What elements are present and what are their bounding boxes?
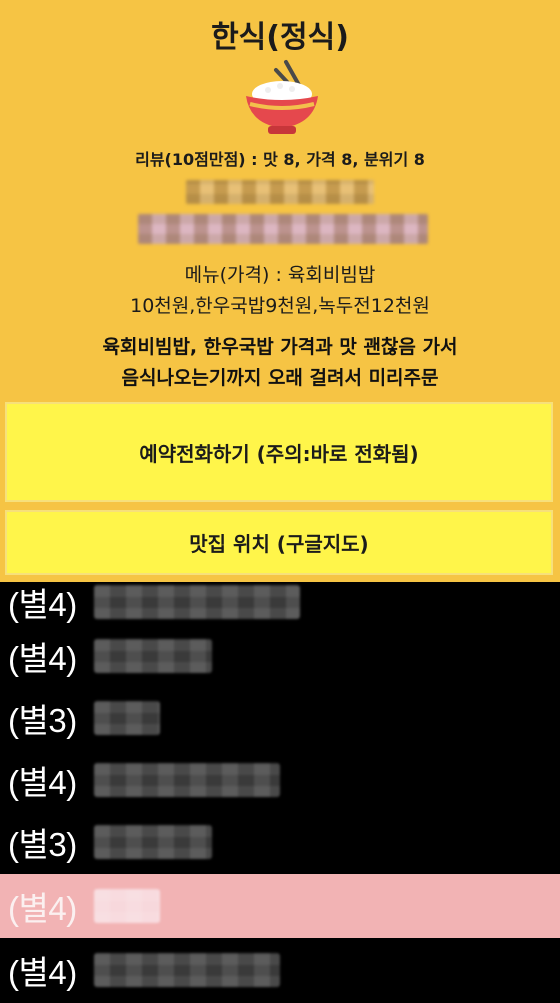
redacted-name	[94, 889, 160, 923]
star-rating: (별4)	[8, 640, 77, 677]
redacted-text	[186, 180, 374, 204]
list-item[interactable]: (별3)	[0, 686, 560, 750]
star-rating: (별4)	[8, 954, 77, 991]
list-item[interactable]: (별4)	[0, 748, 560, 812]
redacted-text	[138, 214, 428, 244]
redacted-name	[94, 585, 300, 619]
redacted-name	[94, 639, 212, 673]
list-item[interactable]: (별4)	[0, 938, 560, 1002]
menu-prices: 메뉴(가격) : 육회비빔밥 10천원,한우국밥9천원,녹두전12천원	[0, 260, 560, 322]
star-rating: (별3)	[8, 826, 77, 863]
review-comment: 육회비빔밥, 한우국밥 가격과 맛 괜찮음 가서 음식나오는기까지 오래 걸려서…	[0, 332, 560, 394]
rice-bowl-icon	[246, 60, 318, 134]
redacted-name	[94, 825, 212, 859]
page-title: 한식(정식)	[211, 20, 349, 55]
redacted-name	[94, 953, 280, 987]
star-rating: (별3)	[8, 702, 77, 739]
list-item-highlighted[interactable]: (별4)	[0, 874, 560, 938]
list-item[interactable]: (별4)	[0, 624, 560, 688]
call-reservation-button[interactable]: 예약전화하기 (주의:바로 전화됨)	[5, 402, 553, 502]
comment-line: 음식나오는기까지 오래 걸려서 미리주문	[121, 367, 439, 389]
star-rating: (별4)	[8, 586, 77, 623]
comment-line: 육회비빔밥, 한우국밥 가격과 맛 괜찮음 가서	[102, 336, 458, 358]
review-score: 리뷰(10점만점) : 맛 8, 가격 8, 분위기 8	[135, 150, 425, 169]
map-location-button[interactable]: 맛집 위치 (구글지도)	[5, 510, 553, 575]
star-rating: (별4)	[8, 890, 77, 927]
list-item[interactable]: (별3)	[0, 810, 560, 874]
star-rating: (별4)	[8, 764, 77, 801]
menu-line: 10천원,한우국밥9천원,녹두전12천원	[130, 295, 430, 317]
redacted-name	[94, 763, 280, 797]
redacted-name	[94, 701, 160, 735]
restaurant-detail-panel: 한식(정식) 리뷰(10점만점) : 맛 8, 가격 8, 분위기 8 메뉴(가…	[0, 0, 560, 582]
menu-line: 메뉴(가격) : 육회비빔밥	[184, 264, 376, 286]
